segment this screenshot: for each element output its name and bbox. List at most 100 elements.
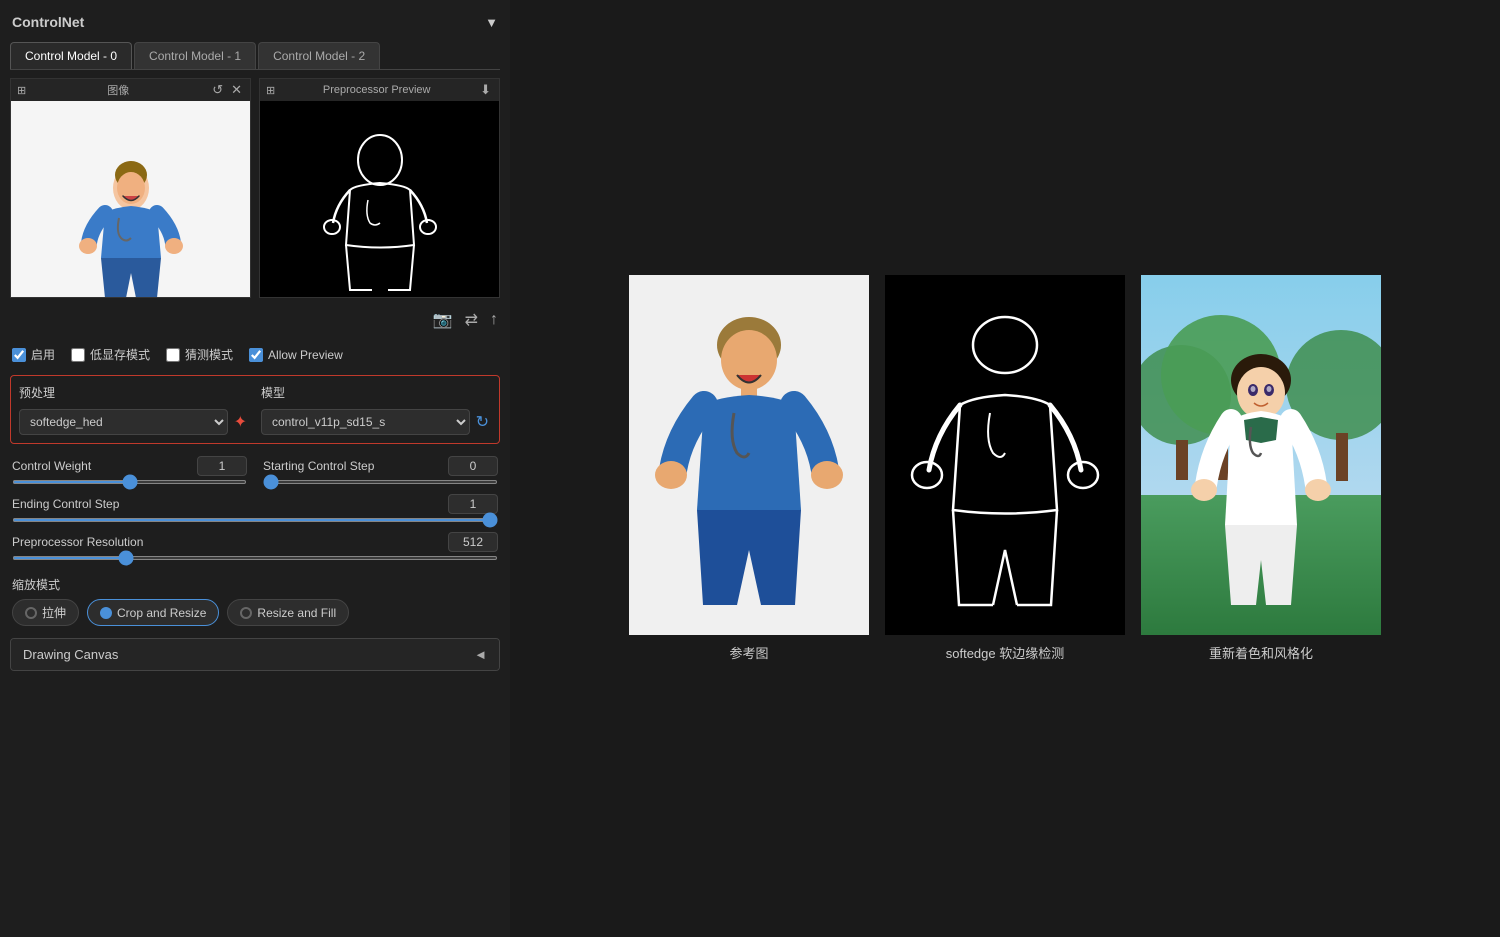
checkbox-row: 启用 低显存模式 猜测模式 Allow Preview (10, 342, 500, 367)
starting-step-header: Starting Control Step 0 (263, 456, 498, 476)
preview-image-placeholder (260, 101, 499, 298)
starting-step-label: Starting Control Step (263, 459, 374, 473)
preproc-res-header: Preprocessor Resolution 512 (12, 532, 498, 552)
model-select-col: control_v11p_sd15_s ↻ (261, 409, 491, 435)
preview-image-box: ⊞ Preprocessor Preview ⬇ (259, 78, 500, 298)
sketch-svg (300, 115, 460, 298)
source-image-icon: ⊞ (17, 84, 26, 97)
enable-checkbox[interactable] (12, 348, 26, 362)
stretch-label: 拉伸 (42, 604, 66, 621)
image-row: ⊞ 图像 ↺ ✕ (10, 78, 500, 298)
preview-image-icon: ⊞ (266, 84, 275, 97)
preproc-res-slider[interactable] (12, 556, 498, 560)
image-toolbar: 📷 ⇄ ↑ (10, 306, 500, 334)
preprocessor-select[interactable]: softedge_hed (19, 409, 228, 435)
resize-fill-radio-dot (240, 607, 252, 619)
scale-btn-crop-resize[interactable]: Crop and Resize (87, 599, 219, 626)
control-weight-row: Control Weight 1 (12, 456, 247, 484)
tab-control-model-0[interactable]: Control Model - 0 (10, 42, 132, 69)
scale-mode-section: 缩放模式 拉伸 Crop and Resize Resize and Fill (10, 572, 500, 630)
ending-step-slider[interactable] (12, 518, 498, 522)
control-weight-label: Control Weight (12, 459, 91, 473)
tab-control-model-2[interactable]: Control Model - 2 (258, 42, 380, 69)
allow-preview-checkbox-item[interactable]: Allow Preview (249, 348, 343, 362)
preview-image-header: ⊞ Preprocessor Preview ⬇ (260, 79, 499, 101)
result-anime-svg (1141, 275, 1381, 635)
pm-controls-row: softedge_hed ✦ control_v11p_sd15_s ↻ (19, 409, 491, 435)
enable-label: 启用 (31, 346, 55, 363)
enable-checkbox-item[interactable]: 启用 (12, 346, 55, 363)
result-label-anime: 重新着色和风格化 (1209, 643, 1313, 662)
result-label-sketch: softedge 软边缘检测 (946, 643, 1065, 662)
source-refresh-btn[interactable]: ↺ (210, 82, 225, 98)
slider-section: Control Weight 1 Starting Control Step 0… (10, 452, 500, 564)
model-refresh-btn[interactable]: ↻ (474, 410, 491, 434)
model-select-row: control_v11p_sd15_s ↻ (261, 409, 491, 435)
stretch-radio-dot (25, 607, 37, 619)
ending-step-header: Ending Control Step 1 (12, 494, 498, 514)
ending-step-row: Ending Control Step 1 (12, 494, 498, 522)
preprocessor-select-col: softedge_hed ✦ (19, 409, 249, 435)
result-item-ref: 参考图 (629, 275, 869, 662)
result-item-anime: 重新着色和风格化 (1141, 275, 1381, 662)
low-vram-label: 低显存模式 (90, 346, 150, 363)
camera-btn[interactable]: 📷 (433, 310, 453, 330)
model-label: 模型 (261, 384, 491, 401)
crop-resize-radio-dot (100, 607, 112, 619)
preprocessor-fire-btn[interactable]: ✦ (232, 410, 249, 434)
preview-image-label: Preprocessor Preview (323, 84, 431, 96)
starting-step-slider[interactable] (263, 480, 498, 484)
scale-btn-stretch[interactable]: 拉伸 (12, 599, 79, 626)
source-image-box: ⊞ 图像 ↺ ✕ (10, 78, 251, 298)
source-image-placeholder[interactable]: ✎ (11, 101, 250, 298)
model-select[interactable]: control_v11p_sd15_s (261, 409, 470, 435)
result-img-sketch (885, 275, 1125, 635)
swap-btn[interactable]: ⇄ (465, 310, 478, 330)
resize-fill-label: Resize and Fill (257, 606, 336, 620)
preproc-res-row: Preprocessor Resolution 512 (12, 532, 498, 560)
preprocessor-model-section: 预处理 模型 softedge_hed ✦ control_v11p_sd15_… (10, 375, 500, 444)
starting-step-value[interactable]: 0 (448, 456, 498, 476)
result-sketch-svg (885, 275, 1125, 635)
drawing-canvas-arrow: ◄ (474, 647, 487, 662)
guess-mode-label: 猜测模式 (185, 346, 233, 363)
control-weight-slider[interactable] (12, 480, 247, 484)
scale-mode-label: 缩放模式 (12, 576, 498, 593)
ending-step-label: Ending Control Step (12, 497, 119, 511)
control-weight-value[interactable]: 1 (197, 456, 247, 476)
panel-header: ControlNet ▼ (10, 10, 500, 34)
left-panel: ControlNet ▼ Control Model - 0 Control M… (0, 0, 510, 937)
guess-mode-checkbox[interactable] (166, 348, 180, 362)
preproc-res-label: Preprocessor Resolution (12, 535, 143, 549)
preproc-res-value[interactable]: 512 (448, 532, 498, 552)
preprocessor-label: 预处理 (19, 384, 249, 401)
preview-download-btn[interactable]: ⬇ (478, 82, 493, 98)
low-vram-checkbox[interactable] (71, 348, 85, 362)
panel-collapse-btn[interactable]: ▼ (485, 15, 498, 30)
model-col-label: 模型 (261, 384, 491, 401)
low-vram-checkbox-item[interactable]: 低显存模式 (71, 346, 150, 363)
allow-preview-checkbox[interactable] (249, 348, 263, 362)
source-close-btn[interactable]: ✕ (229, 82, 244, 98)
guess-mode-checkbox-item[interactable]: 猜测模式 (166, 346, 233, 363)
pm-labels-row: 预处理 模型 (19, 384, 491, 401)
upload-btn[interactable]: ↑ (490, 310, 498, 330)
source-image-label: 图像 (107, 82, 129, 98)
tab-control-model-1[interactable]: Control Model - 1 (134, 42, 256, 69)
nurse-svg (61, 113, 201, 299)
panel-title: ControlNet (12, 14, 84, 30)
starting-step-row: Starting Control Step 0 (263, 456, 498, 484)
result-label-ref: 参考图 (729, 643, 768, 662)
scale-btn-resize-fill[interactable]: Resize and Fill (227, 599, 349, 626)
source-image-header: ⊞ 图像 ↺ ✕ (11, 79, 250, 101)
result-item-sketch: softedge 软边缘检测 (885, 275, 1125, 662)
tabs-row: Control Model - 0 Control Model - 1 Cont… (10, 42, 500, 70)
result-img-anime (1141, 275, 1381, 635)
control-weight-header: Control Weight 1 (12, 456, 247, 476)
two-col-sliders: Control Weight 1 Starting Control Step 0 (12, 456, 498, 484)
scale-mode-buttons: 拉伸 Crop and Resize Resize and Fill (12, 599, 498, 626)
drawing-canvas-header[interactable]: Drawing Canvas ◄ (11, 639, 499, 670)
ending-step-value[interactable]: 1 (448, 494, 498, 514)
crop-resize-label: Crop and Resize (117, 606, 206, 620)
allow-preview-label: Allow Preview (268, 348, 343, 362)
